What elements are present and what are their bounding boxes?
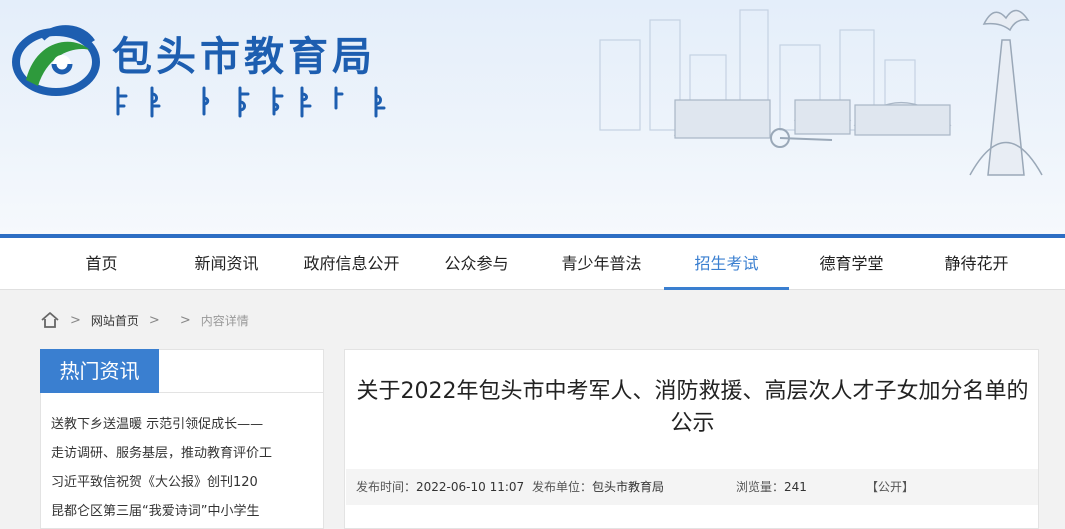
mongolian-script-logo (116, 86, 386, 118)
nav-item-home[interactable]: 首页 (39, 238, 164, 290)
breadcrumb: > 网站首页 > > 内容详情 (40, 308, 249, 332)
nav-item-news[interactable]: 新闻资讯 (164, 238, 289, 290)
list-item[interactable]: 昆都仑区第三届“我爱诗词”中小学生 (51, 497, 317, 526)
nav-item-gov-info[interactable]: 政府信息公开 (289, 238, 414, 290)
breadcrumb-home-link[interactable]: 网站首页 (91, 312, 139, 329)
breadcrumb-current: 内容详情 (200, 313, 249, 328)
publisher-value: 包头市教育局 (592, 480, 665, 494)
publish-time-value: 2022-06-10 11:07 (416, 480, 525, 494)
view-count-label: 浏览量： (736, 480, 785, 494)
list-item[interactable]: 送教下乡送温暖 示范引领促成长—— (51, 410, 317, 439)
view-count-value: 241 (784, 480, 807, 494)
hot-news-list: 送教下乡送温暖 示范引领促成长—— 走访调研、服务基层，推动教育评价工 习近平致… (51, 410, 317, 526)
main-nav: 首页 新闻资讯 政府信息公开 公众参与 青少年普法 招生考试 德育学堂 静待花开 (0, 238, 1065, 290)
view-count: 浏览量：241 (736, 469, 807, 505)
home-icon[interactable] (40, 311, 60, 329)
breadcrumb-separator: > (148, 312, 160, 328)
nav-item-youth-law[interactable]: 青少年普法 (539, 238, 664, 290)
hot-news-divider (159, 392, 324, 393)
article-meta-bar: 发布时间：2022-06-10 11:07 发布单位：包头市教育局 浏览量：24… (346, 469, 1038, 505)
article-panel: 关于2022年包头市中考军人、消防救援、高层次人才子女加分名单的公示 发布时间：… (344, 349, 1039, 529)
bureau-logo-icon[interactable] (12, 20, 100, 98)
hot-news-title: 热门资讯 (40, 349, 159, 393)
article-title: 关于2022年包头市中考军人、消防救援、高层次人才子女加分名单的公示 (356, 379, 1029, 436)
publisher: 发布单位：包头市教育局 (532, 469, 664, 505)
publish-time-label: 发布时间： (356, 480, 417, 494)
city-skyline-illustration (599, 9, 1043, 176)
breadcrumb-separator: > (179, 312, 191, 328)
status-badge: 【公开】 (866, 480, 915, 494)
nav-item-public-participation[interactable]: 公众参与 (414, 238, 539, 290)
nav-item-blossom[interactable]: 静待花开 (914, 238, 1039, 290)
list-item[interactable]: 走访调研、服务基层，推动教育评价工 (51, 439, 317, 468)
publish-time: 发布时间：2022-06-10 11:07 (356, 469, 524, 505)
list-item[interactable]: 习近平致信祝贺《大公报》创刊120 (51, 468, 317, 497)
nav-item-moral-education[interactable]: 德育学堂 (789, 238, 914, 290)
breadcrumb-separator: > (70, 312, 81, 328)
site-title: 包头市教育局 (112, 34, 376, 80)
site-header: 包头市教育局 (0, 0, 1065, 235)
hot-news-panel: 热门资讯 送教下乡送温暖 示范引领促成长—— 走访调研、服务基层，推动教育评价工… (40, 349, 324, 529)
publisher-label: 发布单位： (532, 480, 593, 494)
nav-item-admissions[interactable]: 招生考试 (664, 238, 789, 290)
